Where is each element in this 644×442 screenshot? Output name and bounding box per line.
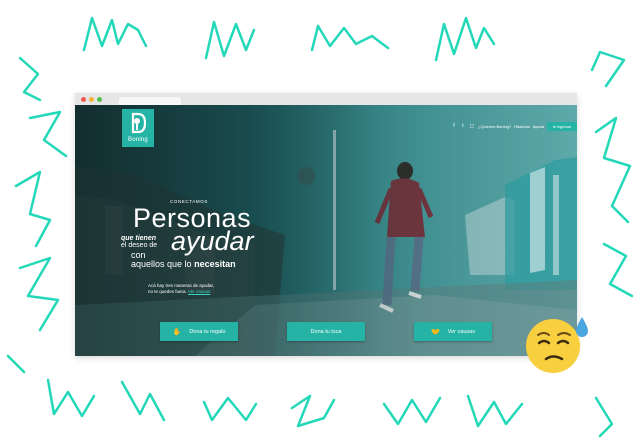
hero-title-ayudar: ayudar [171, 226, 254, 256]
hero-text-aquellos: aquellos que lo necesitan [131, 259, 236, 269]
nav-link-historias[interactable]: Historias [514, 124, 530, 129]
handshake-icon: 🤝 [431, 328, 440, 336]
minimize-window-button[interactable] [89, 97, 94, 102]
top-navigation: f t ◻ ¿Quienes Boning? Historias Ayuda ●… [451, 121, 577, 131]
close-window-button[interactable] [81, 97, 86, 102]
hero-text-el-deseo: el deseo de [121, 242, 158, 249]
doodle-scribble [382, 396, 442, 426]
hero-text-necesitan: necesitan [194, 259, 236, 269]
facebook-icon[interactable]: f [451, 123, 457, 129]
doodle-scribble [602, 242, 634, 298]
hero-text-que-tienen: que tienen [121, 235, 157, 242]
logo-wordmark: Boning [128, 137, 148, 143]
doodle-scribble [46, 378, 96, 418]
doodle-scribble [28, 110, 68, 158]
browser-toolbar [75, 93, 577, 105]
nav-link-quienes[interactable]: ¿Quienes Boning? [478, 124, 511, 129]
doodle-scribble [18, 256, 60, 332]
maximize-window-button[interactable] [97, 97, 102, 102]
doodle-scribble [14, 170, 52, 248]
doodle-scribble [290, 394, 336, 428]
login-button[interactable]: ● Ingresar [546, 121, 577, 131]
doodle-scribble [594, 116, 632, 224]
ver-causas-link[interactable]: Ver causas [188, 289, 210, 294]
browser-tab[interactable] [119, 97, 181, 105]
website-viewport: Boning f t ◻ ¿Quienes Boning? Historias … [75, 105, 577, 356]
sweat-face-emoji [526, 317, 588, 373]
doodle-scribble [466, 394, 524, 428]
hero-subtitle-line1: Acá hay tres maneras de ayudar, [148, 283, 215, 288]
nav-link-ayuda[interactable]: Ayuda [533, 124, 544, 129]
doodle-scribble [594, 396, 614, 438]
boning-logo-icon [131, 112, 146, 134]
dona-tu-regalo-button[interactable]: ✋ Dona tu regalo [160, 322, 238, 341]
doodle-scribble [120, 380, 166, 422]
browser-window: Boning f t ◻ ¿Quienes Boning? Historias … [75, 93, 577, 356]
doodle-scribble [204, 20, 256, 60]
ver-causas-button[interactable]: 🤝 Ver causas [414, 322, 492, 341]
instagram-icon[interactable]: ◻ [469, 123, 475, 129]
doodle-scribble [202, 396, 258, 422]
gift-hand-icon: ✋ [172, 328, 182, 336]
doodle-scribble [590, 50, 626, 88]
hero-subtitle-line2: no te quedes fuera. Ver causas [148, 289, 211, 294]
doodle-scribble [18, 56, 42, 102]
site-logo[interactable]: Boning [122, 109, 154, 147]
doodle-scribble [82, 16, 148, 52]
sweat-drop-icon [576, 317, 588, 337]
doodle-scribble [310, 24, 390, 52]
doodle-scribble [434, 16, 496, 62]
dona-tu-luca-button[interactable]: Dona tu luca [287, 322, 365, 341]
doodle-scribble [6, 354, 26, 374]
twitter-icon[interactable]: t [460, 123, 466, 129]
